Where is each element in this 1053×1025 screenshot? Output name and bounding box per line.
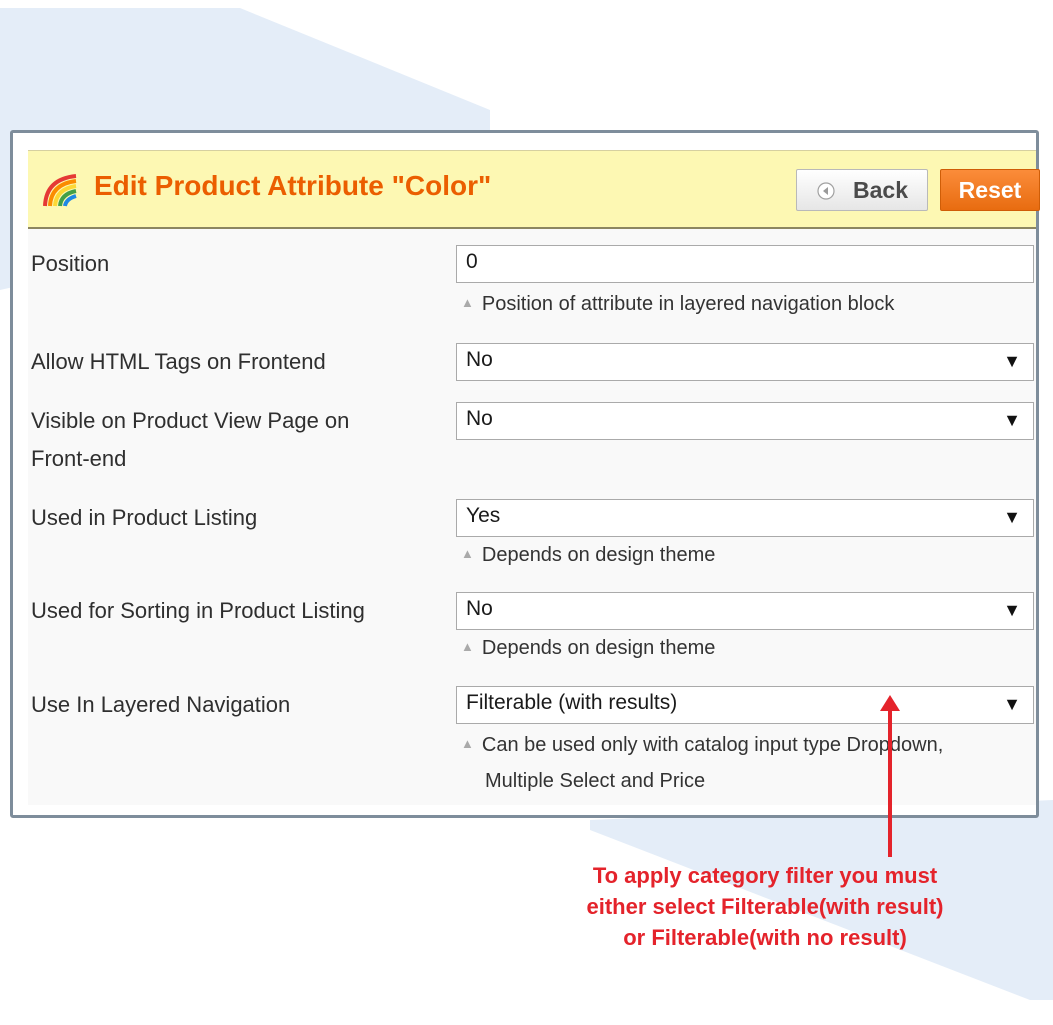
allow-html-label: Allow HTML Tags on Frontend bbox=[31, 349, 326, 374]
allow-html-value: No bbox=[466, 348, 493, 371]
triangle-up-icon: ▲ bbox=[461, 295, 474, 310]
position-note: ▲ Position of attribute in layered naviga… bbox=[461, 285, 894, 322]
visible-on-view-label: Visible on Product View Page on Front-en… bbox=[31, 402, 349, 478]
position-note-text: Position of attribute in layered navigat… bbox=[481, 293, 895, 315]
used-for-sorting-label: Used for Sorting in Product Listing bbox=[31, 598, 365, 623]
page-title: Edit Product Attribute "Color" bbox=[94, 170, 492, 201]
allow-html-select[interactable]: No ▼ bbox=[456, 343, 1034, 381]
reset-button-label: Reset bbox=[958, 177, 1022, 203]
position-label: Position bbox=[31, 251, 110, 276]
annotation-arrow-icon bbox=[880, 695, 900, 857]
used-for-sorting-select[interactable]: No ▼ bbox=[456, 592, 1034, 630]
triangle-up-icon: ▲ bbox=[461, 639, 474, 654]
layered-nav-value: Filterable (with results) bbox=[466, 691, 678, 714]
layered-nav-note-line2: Multiple Select and Price bbox=[485, 770, 706, 792]
triangle-down-icon: ▼ bbox=[1003, 694, 1021, 714]
position-input[interactable]: 0 bbox=[456, 245, 1034, 283]
triangle-down-icon: ▼ bbox=[1003, 351, 1021, 371]
visible-on-view-label-line1: Visible on Product View Page on bbox=[31, 408, 350, 433]
back-button-label: Back bbox=[853, 177, 908, 203]
visible-on-view-value: No bbox=[466, 407, 493, 430]
used-for-sorting-note-text: Depends on design theme bbox=[481, 637, 716, 659]
annotation-line1: To apply category filter you must bbox=[592, 863, 938, 888]
back-button[interactable]: Back bbox=[796, 169, 928, 211]
used-in-listing-label: Used in Product Listing bbox=[31, 505, 258, 530]
position-value: 0 bbox=[466, 250, 478, 273]
used-in-listing-value: Yes bbox=[466, 504, 501, 527]
used-in-listing-note-text: Depends on design theme bbox=[481, 544, 716, 566]
annotation-line2: either select Filterable(with result) bbox=[586, 894, 944, 919]
annotation-callout: To apply category filter you must either… bbox=[530, 860, 1000, 953]
used-for-sorting-note: ▲ Depends on design theme bbox=[461, 629, 715, 666]
page-header: Edit Product Attribute "Color" Back Rese… bbox=[28, 150, 1040, 229]
triangle-down-icon: ▼ bbox=[1003, 600, 1021, 620]
reset-button[interactable]: Reset bbox=[940, 169, 1040, 211]
circle-left-arrow-icon bbox=[817, 182, 835, 200]
layered-nav-label: Use In Layered Navigation bbox=[31, 692, 291, 717]
triangle-up-icon: ▲ bbox=[461, 546, 474, 561]
triangle-down-icon: ▼ bbox=[1003, 410, 1021, 430]
triangle-down-icon: ▼ bbox=[1003, 507, 1021, 527]
layered-nav-note-line1-wrap: ▲ Can be used only with catalog input typ… bbox=[461, 726, 943, 763]
used-in-listing-select[interactable]: Yes ▼ bbox=[456, 499, 1034, 537]
layered-nav-note: ▲ Can be used only with catalog input typ… bbox=[461, 726, 943, 799]
rainbow-icon bbox=[43, 174, 77, 207]
used-for-sorting-value: No bbox=[466, 597, 493, 620]
annotation-line3: or Filterable(with no result) bbox=[623, 925, 907, 950]
triangle-up-icon: ▲ bbox=[461, 736, 474, 751]
layered-nav-select[interactable]: Filterable (with results) ▼ bbox=[456, 686, 1034, 724]
visible-on-view-label-line2: Front-end bbox=[31, 446, 127, 471]
used-in-listing-note: ▲ Depends on design theme bbox=[461, 536, 715, 573]
visible-on-view-select[interactable]: No ▼ bbox=[456, 402, 1034, 440]
